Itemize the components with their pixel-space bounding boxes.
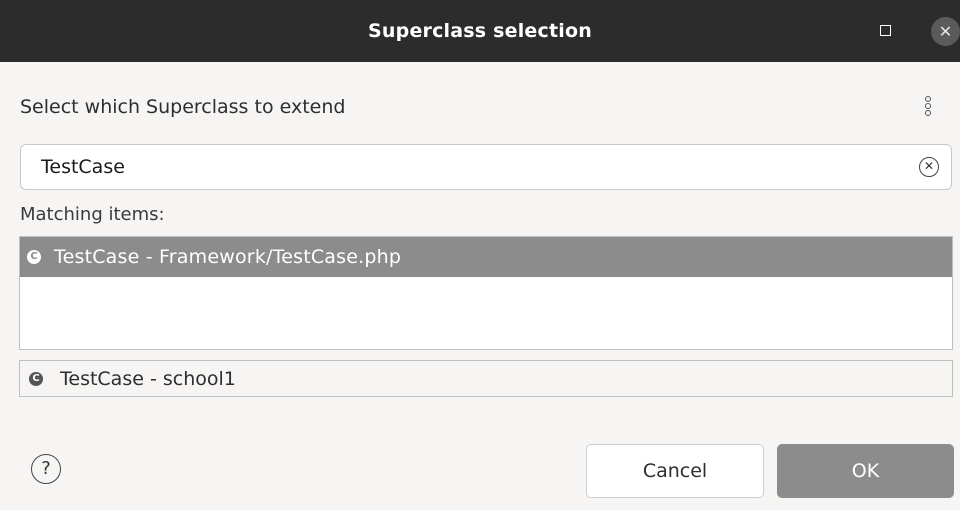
class-icon: C [27,250,41,264]
search-input[interactable] [41,153,901,181]
maximize-icon[interactable] [880,25,891,36]
help-icon[interactable]: ? [31,454,61,484]
close-icon[interactable]: ✕ [931,17,960,46]
clear-icon[interactable]: ✕ [919,157,939,177]
list-item-label: TestCase - Framework/TestCase.php [54,246,402,268]
title-bar: Superclass selection ✕ [0,0,960,62]
dialog-title: Superclass selection [368,20,592,42]
cancel-button[interactable]: Cancel [586,444,764,498]
matching-items-label: Matching items: [20,204,165,225]
search-field[interactable]: ✕ [20,144,952,190]
matching-items-list[interactable]: C TestCase - Framework/TestCase.php [19,236,953,350]
ok-button[interactable]: OK [777,444,954,498]
list-item[interactable]: C TestCase - Framework/TestCase.php [20,237,952,277]
detail-pane: C TestCase - school1 [19,360,953,397]
class-icon: C [29,372,43,386]
vertical-ellipsis-icon[interactable] [923,96,933,124]
detail-label: TestCase - school1 [60,368,236,390]
prompt-label: Select which Superclass to extend [20,96,346,118]
